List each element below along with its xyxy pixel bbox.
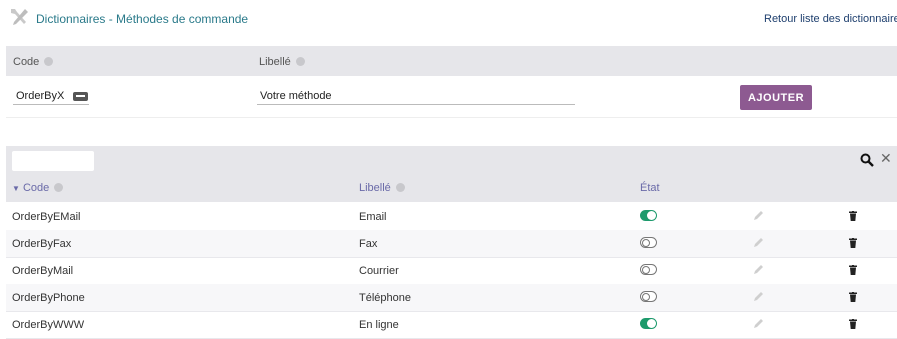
column-header-label[interactable]: Libellé <box>359 182 405 194</box>
toggle-off-icon[interactable] <box>640 237 657 248</box>
label-header: Libellé <box>259 56 305 68</box>
row-label: En ligne <box>359 319 399 331</box>
info-icon <box>295 56 305 66</box>
pencil-icon[interactable] <box>752 291 764 303</box>
label-header-label: Libellé <box>259 56 291 68</box>
label-input[interactable] <box>257 88 575 105</box>
column-header-code[interactable]: ▼ Code <box>12 182 64 194</box>
row-label: Courrier <box>359 265 399 277</box>
page-title: Dictionnaires - Méthodes de commande <box>36 12 249 26</box>
table-row: OrderByPhone Téléphone <box>6 284 897 312</box>
toggle-off-icon[interactable] <box>640 291 657 302</box>
row-code: OrderByFax <box>12 238 72 250</box>
filter-input[interactable] <box>12 151 94 171</box>
row-code: OrderByEMail <box>12 211 81 223</box>
pencil-icon[interactable] <box>752 318 764 330</box>
back-to-dictionaries-link[interactable]: Retour liste des dictionnaires <box>764 13 897 25</box>
row-code: OrderByPhone <box>12 292 85 304</box>
row-code: OrderByWWW <box>12 319 85 331</box>
code-header-label: Code <box>13 56 40 68</box>
toggle-on-icon[interactable] <box>640 210 657 221</box>
row-code: OrderByMail <box>12 265 74 277</box>
trash-icon[interactable] <box>849 292 857 302</box>
row-label: Téléphone <box>359 292 411 304</box>
table-row: OrderByWWW En ligne <box>6 311 897 339</box>
list-header <box>6 146 897 202</box>
row-label: Fax <box>359 238 378 250</box>
pencil-icon[interactable] <box>752 237 764 249</box>
pencil-icon[interactable] <box>752 264 764 276</box>
table-row: OrderByFax Fax <box>6 230 897 258</box>
column-header-state[interactable]: État <box>640 182 660 194</box>
trash-icon[interactable] <box>849 238 857 248</box>
trash-icon[interactable] <box>849 265 857 275</box>
table-row: OrderByMail Courrier <box>6 257 897 285</box>
info-icon <box>395 182 405 192</box>
add-form-header <box>6 46 897 76</box>
add-button[interactable]: AJOUTER <box>740 85 812 110</box>
column-header-code-label: Code <box>22 182 50 194</box>
toggle-on-icon[interactable] <box>640 318 657 329</box>
search-icon[interactable] <box>860 153 874 167</box>
pencil-icon[interactable] <box>752 210 764 222</box>
keyboard-icon[interactable] <box>73 92 88 101</box>
trash-icon[interactable] <box>849 211 857 221</box>
trash-icon[interactable] <box>849 319 857 329</box>
sort-down-icon: ▼ <box>12 184 20 193</box>
table-row: OrderByEMail Email <box>6 203 897 231</box>
row-label: Email <box>359 211 387 223</box>
info-icon <box>54 182 64 192</box>
info-icon <box>44 56 54 66</box>
close-icon[interactable]: ✕ <box>880 151 892 165</box>
column-header-label-label: Libellé <box>359 182 391 194</box>
tools-icon <box>11 9 28 25</box>
code-header: Code <box>13 56 54 68</box>
toggle-off-icon[interactable] <box>640 264 657 275</box>
